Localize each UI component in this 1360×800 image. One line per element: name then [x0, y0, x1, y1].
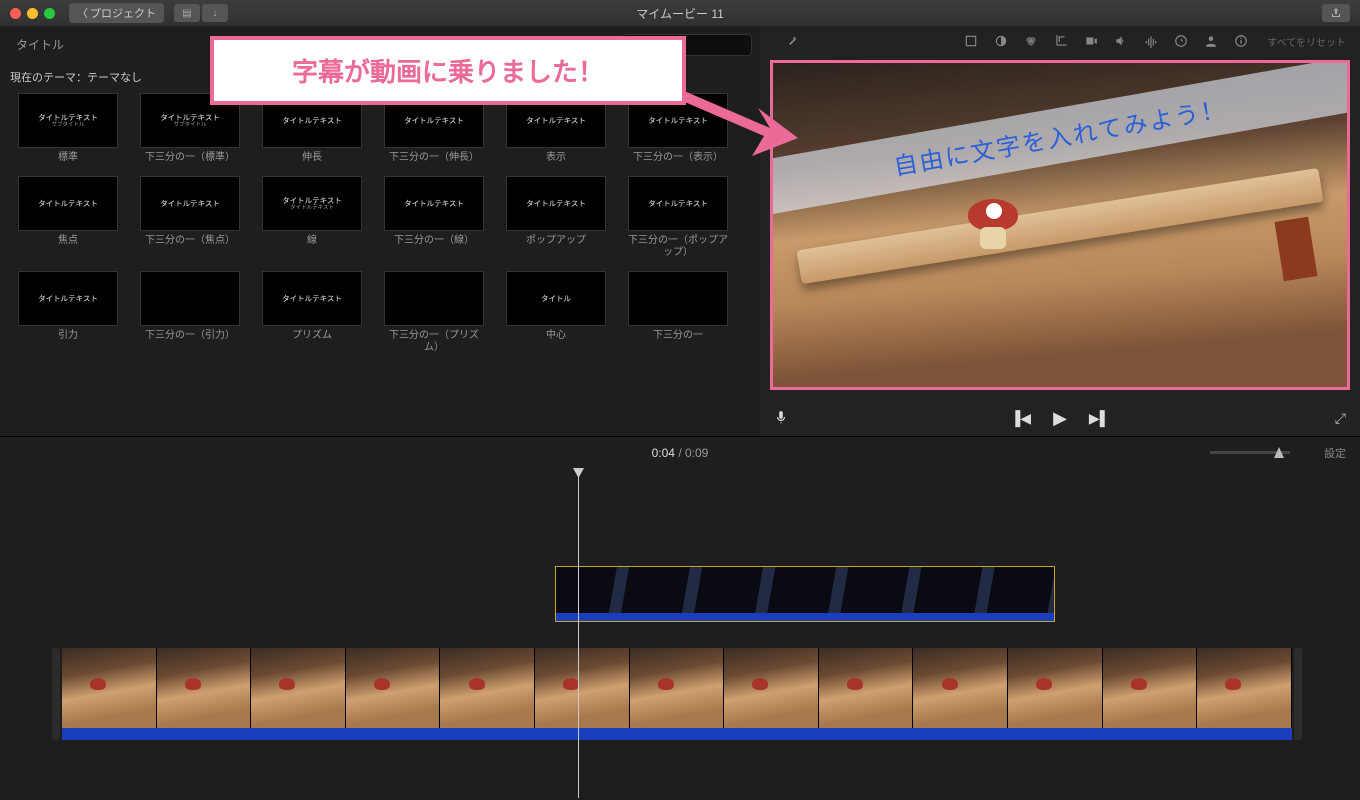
title-preset-name: 下三分の一（プリズム） — [382, 330, 486, 354]
color-correction-icon[interactable] — [1023, 33, 1039, 49]
title-thumb — [140, 271, 240, 326]
speed-icon[interactable] — [1173, 33, 1189, 49]
window-title: マイムービー 11 — [636, 5, 724, 22]
magic-wand-icon[interactable] — [784, 33, 800, 49]
window-controls — [10, 8, 55, 19]
prev-frame-button[interactable]: ▐◀ — [1010, 410, 1031, 427]
title-thumb: タイトルテキスト — [18, 271, 118, 326]
title-preset[interactable]: タイトルテキストタイトルテキスト線 — [258, 176, 366, 259]
title-preset-name: 下三分の一（焦点） — [145, 235, 235, 247]
overlay-text: 自由に文字を入れてみよう！ — [892, 96, 1229, 181]
timeline-settings-button[interactable]: 設定 — [1324, 445, 1346, 461]
title-preset-name: 標準 — [58, 152, 78, 164]
fullscreen-icon[interactable]: ⤢ — [1335, 410, 1346, 427]
title-clip[interactable] — [555, 566, 1055, 622]
titles-tab[interactable]: タイトル — [8, 32, 72, 57]
title-preset[interactable]: 下三分の一 — [624, 271, 732, 354]
title-preset-name: ポップアップ — [526, 235, 586, 247]
title-preset-name: 下三分の一（伸長） — [389, 152, 479, 164]
title-thumb: タイトルテキスト — [506, 176, 606, 231]
share-button[interactable] — [1322, 4, 1350, 22]
annotation-arrow-icon — [680, 78, 800, 163]
back-label: プロジェクト — [90, 5, 156, 21]
play-button[interactable]: ▶ — [1053, 408, 1067, 429]
title-preset-name: 下三分の一（引力） — [145, 330, 235, 342]
title-preset[interactable]: 下三分の一（引力） — [136, 271, 244, 354]
title-thumb: タイトルテキストサブタイトル — [18, 93, 118, 148]
import-icon[interactable]: ↓ — [202, 4, 228, 22]
playhead[interactable] — [578, 468, 579, 798]
title-preset[interactable]: タイトルテキストサブタイトル標準 — [14, 93, 122, 164]
next-frame-button[interactable]: ▶▌ — [1089, 410, 1110, 427]
reset-all-button[interactable]: すべてをリセット — [1267, 34, 1346, 49]
library-view-icon[interactable]: ▤ — [174, 4, 200, 22]
minimize-window-icon[interactable] — [27, 8, 38, 19]
title-preset[interactable]: タイトルテキスト下三分の一（焦点） — [136, 176, 244, 259]
title-thumb — [384, 271, 484, 326]
info-icon[interactable] — [1233, 33, 1249, 49]
title-preset-name: 下三分の一（ポップアップ） — [626, 235, 730, 259]
title-thumb: タイトル — [506, 271, 606, 326]
stabilization-icon[interactable] — [1083, 33, 1099, 49]
title-thumb: タイトルテキストタイトルテキスト — [262, 176, 362, 231]
title-preset-name: 中心 — [546, 330, 566, 342]
title-preset[interactable]: タイトルテキスト焦点 — [14, 176, 122, 259]
time-separator: / — [675, 446, 685, 460]
title-preset-name: 下三分の一（標準） — [145, 152, 235, 164]
title-preset[interactable]: タイトルテキスト引力 — [14, 271, 122, 354]
current-time: 0:04 — [652, 446, 675, 460]
crop-overlay-icon[interactable] — [963, 33, 979, 49]
title-preset[interactable]: タイトルテキスト下三分の一（ポップアップ） — [624, 176, 732, 259]
title-preset[interactable]: タイトルテキストプリズム — [258, 271, 366, 354]
video-audio-track[interactable] — [62, 728, 1292, 740]
title-preset-name: 引力 — [58, 330, 78, 342]
title-preset[interactable]: 下三分の一（プリズム） — [380, 271, 488, 354]
title-preset-name: 伸長 — [302, 152, 322, 164]
back-to-projects-button[interactable]: 〈 プロジェクト — [69, 3, 164, 23]
clip-handle-right[interactable] — [1294, 648, 1302, 740]
video-clip[interactable] — [62, 648, 1292, 728]
maximize-window-icon[interactable] — [44, 8, 55, 19]
timecode-bar: 0:04 / 0:09 設定 — [0, 436, 1360, 468]
annotation-callout: 字幕が動画に乗りました！ — [210, 36, 686, 105]
viewer-panel: すべてをリセット 自由に文字を入れてみよう！ ▐◀ ▶ ▶▌ ⤢ — [760, 26, 1360, 436]
voiceover-icon[interactable] — [774, 410, 788, 427]
timeline[interactable] — [0, 468, 1360, 798]
share-icon — [1330, 7, 1342, 19]
clip-filter-icon[interactable] — [1203, 33, 1219, 49]
preview-viewer[interactable]: 自由に文字を入れてみよう！ — [760, 56, 1360, 400]
noise-reduction-icon[interactable] — [1143, 33, 1159, 49]
timeline-zoom-slider[interactable] — [1210, 451, 1290, 454]
title-preset-name: 表示 — [546, 152, 566, 164]
clip-handle-left[interactable] — [52, 648, 60, 740]
annotation-text: 字幕が動画に乗りました！ — [292, 52, 604, 89]
title-preset-name: 焦点 — [58, 235, 78, 247]
title-preset-name: プリズム — [292, 330, 332, 342]
titlebar: 〈 プロジェクト ▤ ↓ マイムービー 11 — [0, 0, 1360, 26]
volume-icon[interactable] — [1113, 33, 1129, 49]
title-thumb: タイトルテキスト — [262, 271, 362, 326]
title-thumb: タイトルテキスト — [18, 176, 118, 231]
title-thumb — [628, 271, 728, 326]
color-balance-icon[interactable] — [993, 33, 1009, 49]
title-thumb: タイトルテキスト — [140, 176, 240, 231]
title-thumb: タイトルテキスト — [384, 176, 484, 231]
title-preset[interactable]: タイトルテキスト下三分の一（線） — [380, 176, 488, 259]
title-preset-name: 線 — [307, 235, 317, 247]
crop-icon[interactable] — [1053, 33, 1069, 49]
title-preset-name: 下三分の一 — [653, 330, 703, 342]
chevron-left-icon: 〈 — [77, 5, 88, 21]
close-window-icon[interactable] — [10, 8, 21, 19]
total-time: 0:09 — [685, 446, 708, 460]
title-preset-name: 下三分の一（線） — [394, 235, 474, 247]
title-preset[interactable]: タイトル中心 — [502, 271, 610, 354]
title-preset[interactable]: タイトルテキストポップアップ — [502, 176, 610, 259]
title-thumb: タイトルテキスト — [628, 176, 728, 231]
